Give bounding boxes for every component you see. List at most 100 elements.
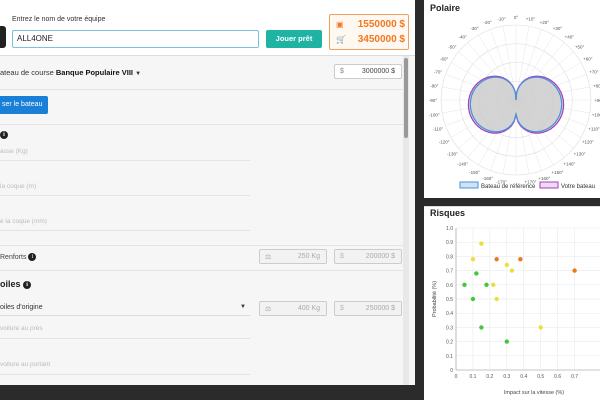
risk-point bbox=[474, 271, 479, 276]
sails-select[interactable]: oiles d'origine ▼ bbox=[0, 302, 250, 316]
boat-select-prefix: ateau de course bbox=[0, 68, 54, 77]
scrollbar-thumb[interactable] bbox=[404, 58, 408, 138]
reinforcements-weight-field: ⚖ 250 Kg bbox=[259, 249, 327, 264]
currency-unit: $ bbox=[340, 305, 344, 312]
team-name-input[interactable]: ALL4ONE bbox=[12, 30, 259, 48]
polar-angle-label: -90° bbox=[429, 98, 438, 103]
reinforcements-price: 200000 $ bbox=[365, 253, 395, 260]
polar-angle-label: +20° bbox=[540, 20, 550, 25]
polar-angle-label: -160° bbox=[482, 176, 493, 181]
x-tick-label: 0.5 bbox=[537, 374, 544, 380]
budget-box: ▣ 1550000 $ 🛒 3450000 $ bbox=[329, 14, 409, 50]
risk-point bbox=[504, 262, 510, 268]
use-boat-button[interactable]: ser le bateau bbox=[0, 96, 48, 114]
risk-point bbox=[479, 325, 484, 330]
sails-price: 250000 $ bbox=[365, 305, 395, 312]
risk-chart: 0 0.1 0.2 0.3 0.4 0.5 0.6 0.7 0.8 0.9 1.0 0 0.1 0.2 0.… bbox=[432, 226, 600, 396]
polar-angle-label: +150° bbox=[552, 170, 564, 175]
polar-angle-label: -130° bbox=[447, 151, 458, 156]
risk-point bbox=[509, 268, 515, 273]
polar-angle-label: -50° bbox=[448, 45, 457, 50]
upwind-sail-label: voilure au près bbox=[0, 325, 43, 332]
legend-yours-swatch bbox=[539, 181, 559, 189]
x-tick-label: 0.3 bbox=[503, 374, 510, 380]
polar-angle-label: +90° bbox=[594, 98, 600, 103]
y-tick-label: 0.2 bbox=[446, 340, 453, 346]
play-ready-button[interactable]: Jouer prêt bbox=[266, 30, 322, 48]
hull-mass-label: asse (Kg) bbox=[0, 148, 28, 155]
info-icon[interactable]: i bbox=[0, 131, 8, 139]
reinforcements-weight: 250 Kg bbox=[297, 253, 320, 260]
y-tick-label: 0.3 bbox=[446, 325, 453, 331]
polar-angle-label: +60° bbox=[583, 57, 593, 62]
cart-value: 3450000 $ bbox=[357, 34, 405, 45]
downwind-sail-input[interactable] bbox=[0, 374, 250, 375]
polar-angle-label: 0° bbox=[514, 15, 519, 20]
info-icon[interactable]: i bbox=[23, 281, 32, 289]
risk-point bbox=[504, 339, 510, 344]
sails-weight: 400 Kg bbox=[297, 305, 320, 312]
x-tick-label: 0 bbox=[455, 374, 458, 380]
risk-point bbox=[518, 257, 523, 262]
y-tick-label: 0.7 bbox=[446, 269, 453, 275]
sails-select-value: oiles d'origine bbox=[0, 304, 43, 311]
polar-angle-label: +70° bbox=[589, 70, 599, 75]
hull-section-info: i bbox=[0, 129, 8, 139]
info-icon[interactable]: i bbox=[28, 253, 37, 261]
polar-angle-label: +120° bbox=[582, 140, 594, 145]
charts-panel: Polaire 0° +10° +20° +30° +40° +50° +60° +70° +8… bbox=[424, 0, 600, 400]
budget-row: ▣ 1550000 $ bbox=[330, 19, 410, 33]
boat-select-value: Banque Populaire VIII bbox=[55, 68, 133, 77]
y-tick-label: 0.8 bbox=[446, 254, 453, 260]
x-tick-label: 0.1 bbox=[469, 374, 476, 380]
sails-weight-field: ⚖ 400 Kg bbox=[259, 301, 327, 316]
budget-value: 1550000 $ bbox=[357, 19, 405, 30]
upwind-sail-input[interactable] bbox=[0, 338, 250, 339]
boat-price-value: 3000000 $ bbox=[361, 68, 395, 75]
team-icon bbox=[0, 26, 6, 48]
risk-point bbox=[484, 282, 489, 287]
y-tick-label: 0.1 bbox=[446, 354, 453, 360]
hull-thickness-label: e la coque (mm) bbox=[0, 218, 47, 225]
divider bbox=[0, 245, 403, 246]
hull-length-input[interactable] bbox=[0, 195, 250, 196]
caret-down-icon: ▼ bbox=[240, 304, 246, 310]
risk-point bbox=[494, 257, 499, 262]
boat-select[interactable]: ateau de course Banque Populaire VIII ▼ bbox=[0, 68, 141, 77]
y-tick-label: 0.6 bbox=[446, 283, 453, 289]
weight-icon: ⚖ bbox=[265, 254, 272, 261]
money-icon: ▣ bbox=[336, 20, 344, 29]
legend-reference-swatch bbox=[459, 181, 479, 189]
reinforcements-row: Renforts i bbox=[0, 253, 37, 261]
polar-angle-label: +50° bbox=[575, 45, 585, 50]
reinforcements-label: Renforts bbox=[0, 254, 27, 261]
polar-angle-label: -140° bbox=[457, 162, 468, 167]
polar-angle-label: +40° bbox=[565, 34, 575, 39]
risk-point bbox=[462, 282, 467, 287]
risk-point bbox=[491, 282, 496, 287]
polar-angle-label: +10° bbox=[526, 16, 536, 21]
polar-chart: 0° +10° +20°+30°+40° +50° +60° +70° +80° +90° +1… bbox=[429, 15, 600, 190]
hull-thickness-input[interactable] bbox=[0, 230, 250, 231]
polar-angle-label: -120° bbox=[439, 140, 450, 145]
hull-mass-input[interactable] bbox=[0, 160, 250, 161]
risk-point bbox=[479, 241, 484, 246]
top-bar: Entrez le nom de votre équipe ALL4ONE Jo… bbox=[0, 0, 415, 56]
caret-down-icon: ▼ bbox=[135, 71, 142, 77]
sails-price-field: $ 250000 $ bbox=[334, 301, 402, 316]
currency-unit: $ bbox=[340, 68, 344, 75]
cart-row: 🛒 3450000 $ bbox=[330, 34, 410, 48]
risk-point bbox=[470, 257, 476, 262]
polar-angle-label: -60° bbox=[440, 57, 449, 62]
y-tick-label: 0.9 bbox=[446, 240, 453, 246]
legend-reference-label: Bateau de référence bbox=[481, 184, 536, 190]
risks-title: Risques bbox=[430, 208, 466, 218]
polar-angle-label: -30° bbox=[470, 26, 479, 31]
hull-length-label: la coque (m) bbox=[0, 183, 37, 190]
y-tick-label: 0 bbox=[450, 368, 453, 374]
polar-angle-label: -70° bbox=[434, 70, 443, 75]
x-tick-label: 0.7 bbox=[571, 374, 578, 380]
weight-icon: ⚖ bbox=[265, 306, 272, 313]
polar-angle-label: +30° bbox=[553, 26, 563, 31]
risk-point bbox=[494, 296, 499, 302]
